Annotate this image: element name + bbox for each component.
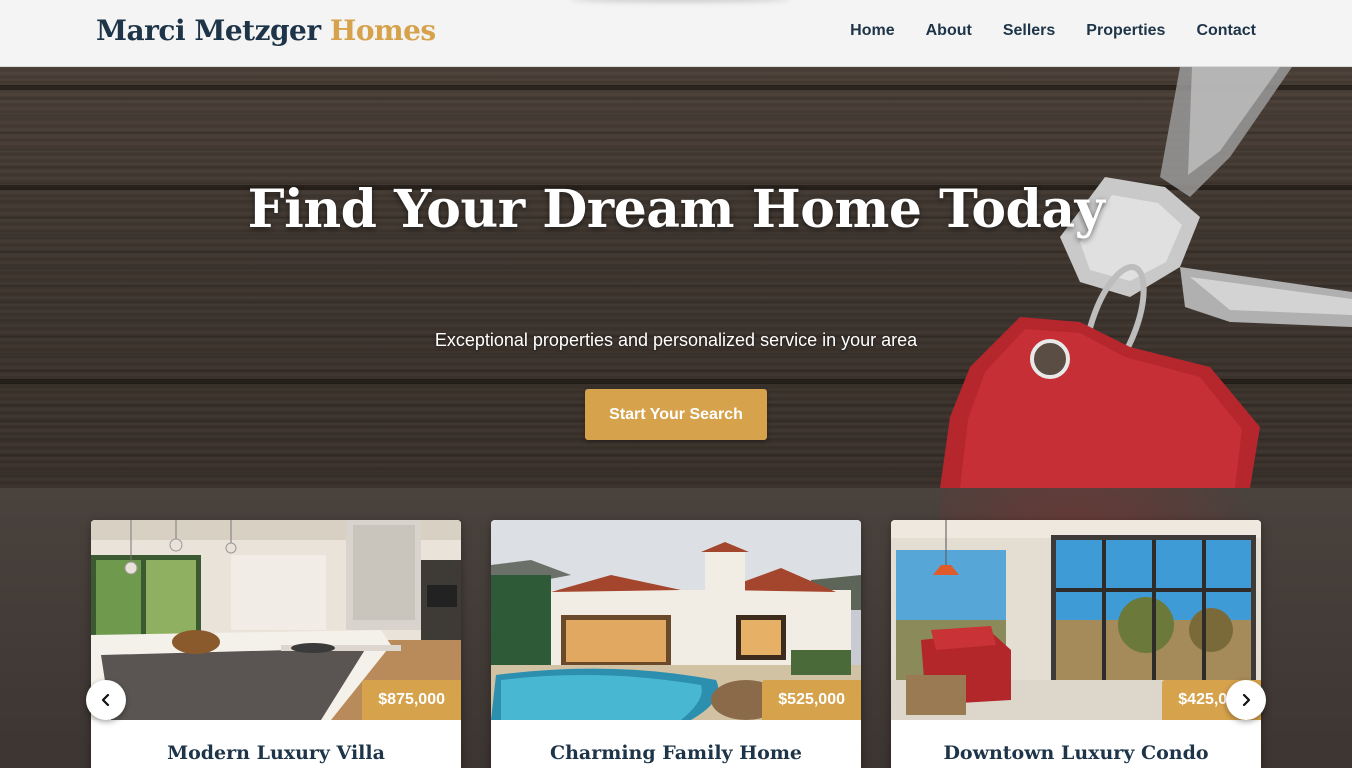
site-header: Marci Metzger Homes Home About Sellers P… — [0, 0, 1352, 67]
property-title: Modern Luxury Villa — [167, 742, 385, 764]
sunroom-photo: $425,000 — [891, 520, 1261, 720]
start-search-button[interactable]: Start Your Search — [585, 389, 767, 440]
hero-title: Find Your Dream Home Today — [247, 179, 1105, 240]
property-card[interactable]: $875,000 Modern Luxury Villa — [91, 520, 461, 768]
carousel-next-button[interactable] — [1226, 680, 1266, 720]
nav-properties[interactable]: Properties — [1086, 22, 1165, 40]
nav-about[interactable]: About — [926, 22, 972, 40]
property-card[interactable]: $525,000 Charming Family Home — [491, 520, 861, 768]
chevron-left-icon — [101, 693, 110, 707]
brand-accent: Homes — [329, 14, 436, 47]
property-title: Downtown Luxury Condo — [943, 742, 1209, 764]
chevron-right-icon — [1242, 693, 1251, 707]
featured-listings: $875,000 Modern Luxury Villa $525,000 Ch… — [0, 488, 1352, 768]
price-tag: $875,000 — [362, 680, 461, 720]
house-keys-icon — [940, 67, 1352, 488]
carousel-prev-button[interactable] — [86, 680, 126, 720]
hero-subtitle: Exceptional properties and personalized … — [434, 330, 918, 350]
main-nav: Home About Sellers Properties Contact — [850, 22, 1256, 40]
header-shadow — [570, 0, 790, 2]
hero-section: Find Your Dream Home Today Exceptional p… — [0, 67, 1352, 488]
nav-contact[interactable]: Contact — [1196, 22, 1256, 40]
property-card[interactable]: $425,000 Downtown Luxury Condo — [891, 520, 1261, 768]
nav-home[interactable]: Home — [850, 22, 894, 40]
property-title: Charming Family Home — [549, 742, 803, 764]
kitchen-photo: $875,000 — [91, 520, 461, 720]
price-tag: $525,000 — [762, 680, 861, 720]
pool-house-photo: $525,000 — [491, 520, 861, 720]
nav-sellers[interactable]: Sellers — [1003, 22, 1055, 40]
brand-logo[interactable]: Marci Metzger Homes — [96, 14, 436, 47]
brand-name: Marci Metzger — [96, 14, 321, 47]
